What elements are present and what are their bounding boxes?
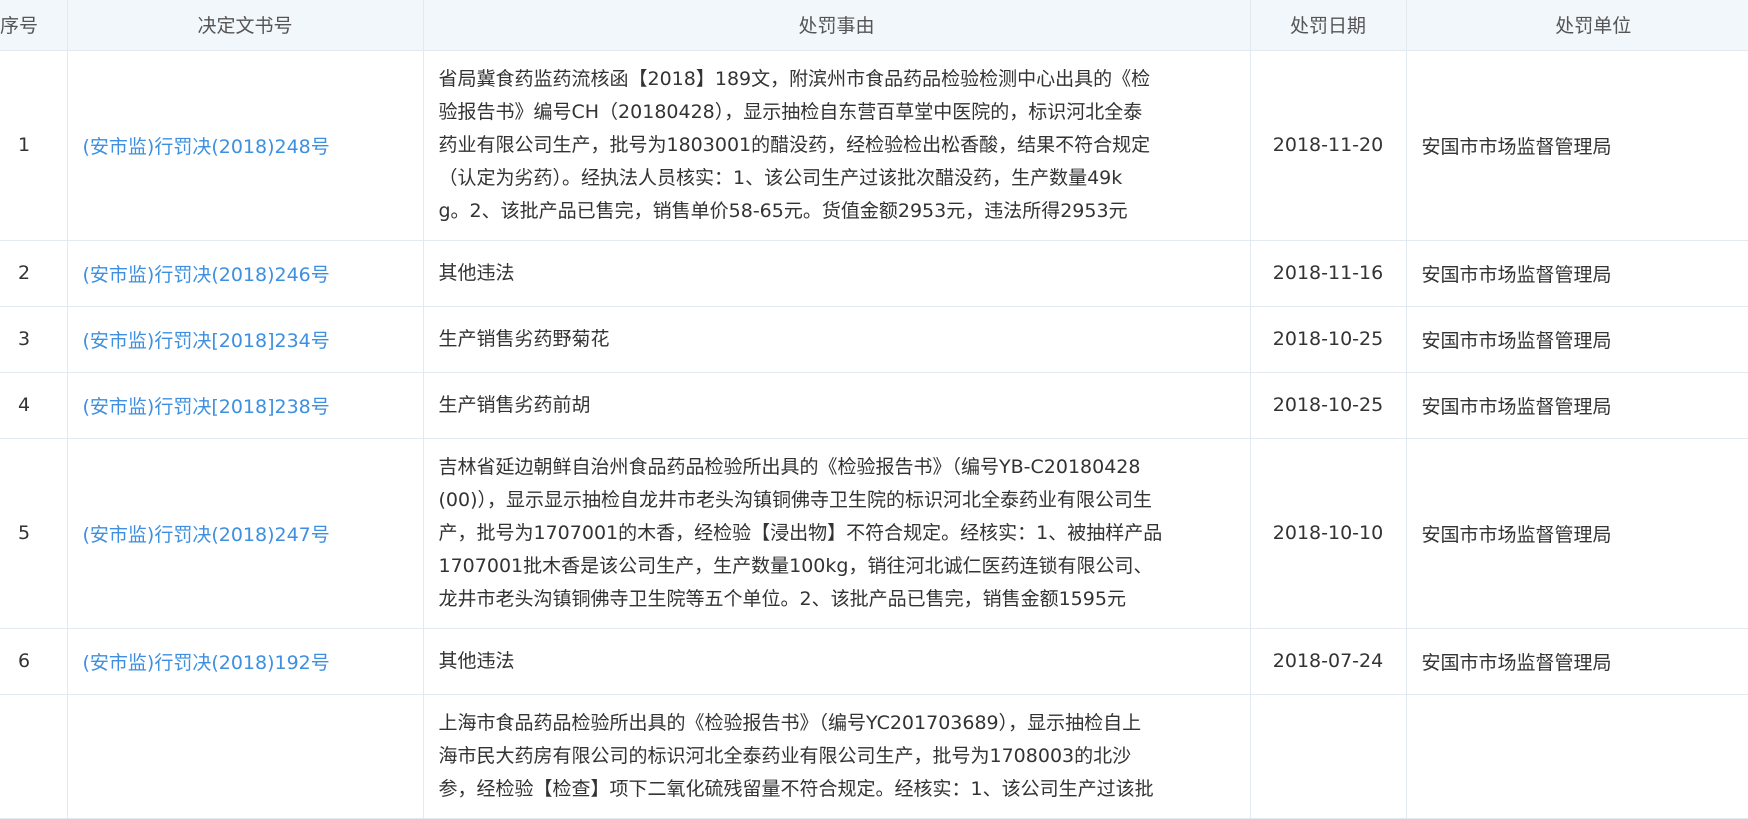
reason-line: 1707001批木香是该公司生产，生产数量100kg，销往河北诚仁医药连锁有限公… [438, 554, 1153, 577]
reason-line: 验报告书》编号CH（20180428），显示抽检自东营百草堂中医院的，标识河北全… [438, 100, 1143, 123]
reason-line: 省局冀食药监药流核函【2018】189文，附滨州市食品药品检验检测中心出具的《检 [438, 67, 1151, 90]
reason-line: 吉林省延边朝鲜自治州食品药品检验所出具的《检验报告书》（编号YB-C201804… [438, 455, 1141, 478]
column-header-doc-no: 决定文书号 [66, 0, 423, 51]
date-cell: 2018-10-10 [1249, 438, 1406, 629]
doc-no-cell [66, 694, 423, 819]
reason-line: 生产销售劣药前胡 [438, 393, 591, 416]
reason-line: (00)），显示显示抽检自龙井市老头沟镇铜佛寺卫生院的标识河北全泰药业有限公司生 [438, 488, 1153, 511]
reason-line: g。2、该批产品已售完，销售单价58-65元。货值金额2953元，违法所得295… [438, 199, 1128, 222]
column-header-date: 处罚日期 [1249, 0, 1406, 51]
row-index: 3 [0, 306, 67, 373]
reason-line: 海市民大药房有限公司的标识河北全泰药业有限公司生产，批号为1708003的北沙 [438, 744, 1132, 767]
table-row: 1 (安市监)行罚决(2018)248号 省局冀食药监药流核函【2018】189文，… [0, 50, 1748, 241]
unit-cell: 安国市市场监督管理局 [1405, 306, 1748, 373]
reason-cell: 省局冀食药监药流核函【2018】189文，附滨州市食品药品检验检测中心出具的《检… [422, 50, 1250, 241]
unit-cell: 安国市市场监督管理局 [1405, 628, 1748, 695]
unit-cell [1405, 694, 1748, 819]
reason-cell: 生产销售劣药前胡 [422, 372, 1250, 439]
column-header-unit: 处罚单位 [1405, 0, 1748, 51]
doc-no-link[interactable]: (安市监)行罚决(2018)192号 [83, 652, 330, 674]
reason-line: 产，批号为1707001的木香，经检验【浸出物】不符合规定。经核实：1、被抽样产… [438, 521, 1163, 544]
row-index: 2 [0, 240, 67, 307]
doc-no-link[interactable]: (安市监)行罚决(2018)247号 [83, 524, 330, 546]
reason-line: 龙井市老头沟镇铜佛寺卫生院等五个单位。2、该批产品已售完，销售金额1595元 [438, 587, 1126, 610]
doc-no-cell: (安市监)行罚决[2018]238号 [66, 372, 423, 439]
reason-cell: 其他违法 [422, 240, 1250, 307]
reason-line: 生产销售劣药野菊花 [438, 327, 610, 350]
unit-cell: 安国市市场监督管理局 [1405, 240, 1748, 307]
reason-cell: 其他违法 [422, 628, 1250, 695]
penalty-table: 序号 决定文书号 处罚事由 处罚日期 处罚单位 1 (安市监)行罚决(2018)2… [0, 0, 1748, 819]
doc-no-link[interactable]: (安市监)行罚决[2018]238号 [83, 396, 330, 418]
doc-no-link[interactable]: (安市监)行罚决(2018)246号 [83, 264, 330, 286]
doc-no-cell: (安市监)行罚决(2018)247号 [66, 438, 423, 629]
reason-line: 参，经检验【检查】项下二氧化硫残留量不符合规定。经核实：1、该公司生产过该批 [438, 777, 1154, 800]
date-cell: 2018-11-16 [1249, 240, 1406, 307]
table-row: 4 (安市监)行罚决[2018]238号 生产销售劣药前胡 2018-10-25 安国市… [0, 372, 1748, 439]
reason-line: 上海市食品药品检验所出具的《检验报告书》（编号YC201703689），显示抽检… [438, 711, 1142, 734]
table-row: 6 (安市监)行罚决(2018)192号 其他违法 2018-07-24 安国市市场监督… [0, 628, 1748, 695]
reason-line: 其他违法 [438, 261, 515, 284]
row-index: 6 [0, 628, 67, 695]
doc-no-link[interactable]: (安市监)行罚决[2018]234号 [83, 330, 330, 352]
doc-no-cell: (安市监)行罚决[2018]234号 [66, 306, 423, 373]
table-row: 2 (安市监)行罚决(2018)246号 其他违法 2018-11-16 安国市市场监督… [0, 240, 1748, 307]
reason-line: 其他违法 [438, 649, 515, 672]
date-cell: 2018-10-25 [1249, 372, 1406, 439]
column-header-reason: 处罚事由 [422, 0, 1250, 51]
date-cell [1249, 694, 1406, 819]
reason-cell: 生产销售劣药野菊花 [422, 306, 1250, 373]
table-row: 上海市食品药品检验所出具的《检验报告书》（编号YC201703689），显示抽检… [0, 694, 1748, 819]
unit-cell: 安国市市场监督管理局 [1405, 50, 1748, 241]
table-row: 5 (安市监)行罚决(2018)247号 吉林省延边朝鲜自治州食品药品检验所出具的《… [0, 438, 1748, 629]
date-cell: 2018-07-24 [1249, 628, 1406, 695]
reason-line: （认定为劣药）。经执法人员核实：1、该公司生产过该批次醋没药，生产数量49k [438, 166, 1123, 189]
row-index: 4 [0, 372, 67, 439]
reason-cell: 吉林省延边朝鲜自治州食品药品检验所出具的《检验报告书》（编号YB-C201804… [422, 438, 1250, 629]
date-cell: 2018-11-20 [1249, 50, 1406, 241]
unit-cell: 安国市市场监督管理局 [1405, 372, 1748, 439]
table-header-row: 序号 决定文书号 处罚事由 处罚日期 处罚单位 [0, 0, 1748, 51]
column-header-index: 序号 [0, 0, 67, 51]
row-index [0, 694, 67, 819]
doc-no-link[interactable]: (安市监)行罚决(2018)248号 [83, 136, 330, 158]
doc-no-cell: (安市监)行罚决(2018)248号 [66, 50, 423, 241]
unit-cell: 安国市市场监督管理局 [1405, 438, 1748, 629]
reason-cell: 上海市食品药品检验所出具的《检验报告书》（编号YC201703689），显示抽检… [422, 694, 1250, 819]
row-index: 1 [0, 50, 67, 241]
doc-no-cell: (安市监)行罚决(2018)192号 [66, 628, 423, 695]
reason-line: 药业有限公司生产，批号为1803001的醋没药，经检验检出松香酸，结果不符合规定 [438, 133, 1151, 156]
doc-no-cell: (安市监)行罚决(2018)246号 [66, 240, 423, 307]
date-cell: 2018-10-25 [1249, 306, 1406, 373]
row-index: 5 [0, 438, 67, 629]
table-row: 3 (安市监)行罚决[2018]234号 生产销售劣药野菊花 2018-10-25 安国… [0, 306, 1748, 373]
